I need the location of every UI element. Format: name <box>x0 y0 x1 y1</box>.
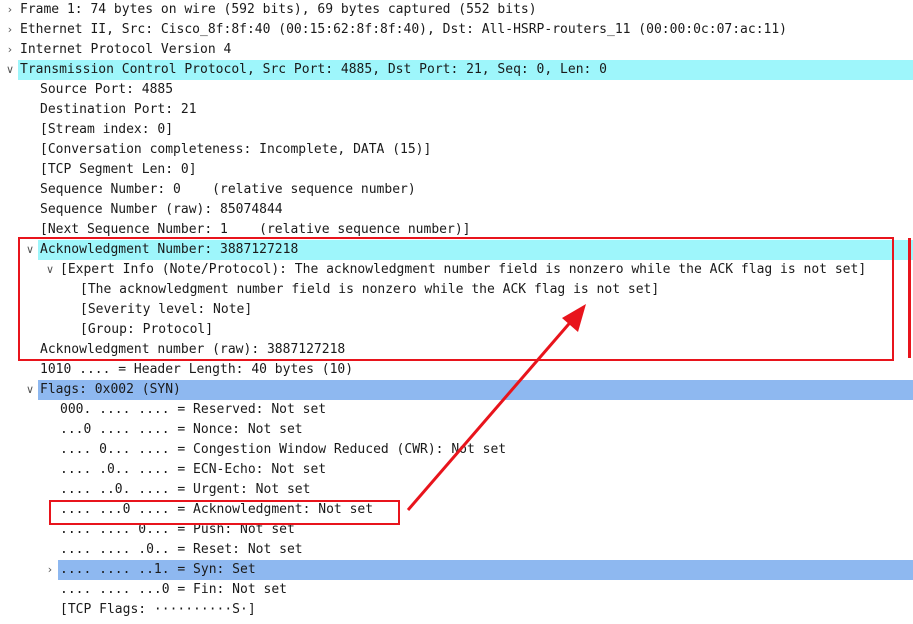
annotation-line-right-edge <box>908 238 911 358</box>
annotation-overlay <box>406 304 586 511</box>
annotation-arrow <box>406 304 586 511</box>
